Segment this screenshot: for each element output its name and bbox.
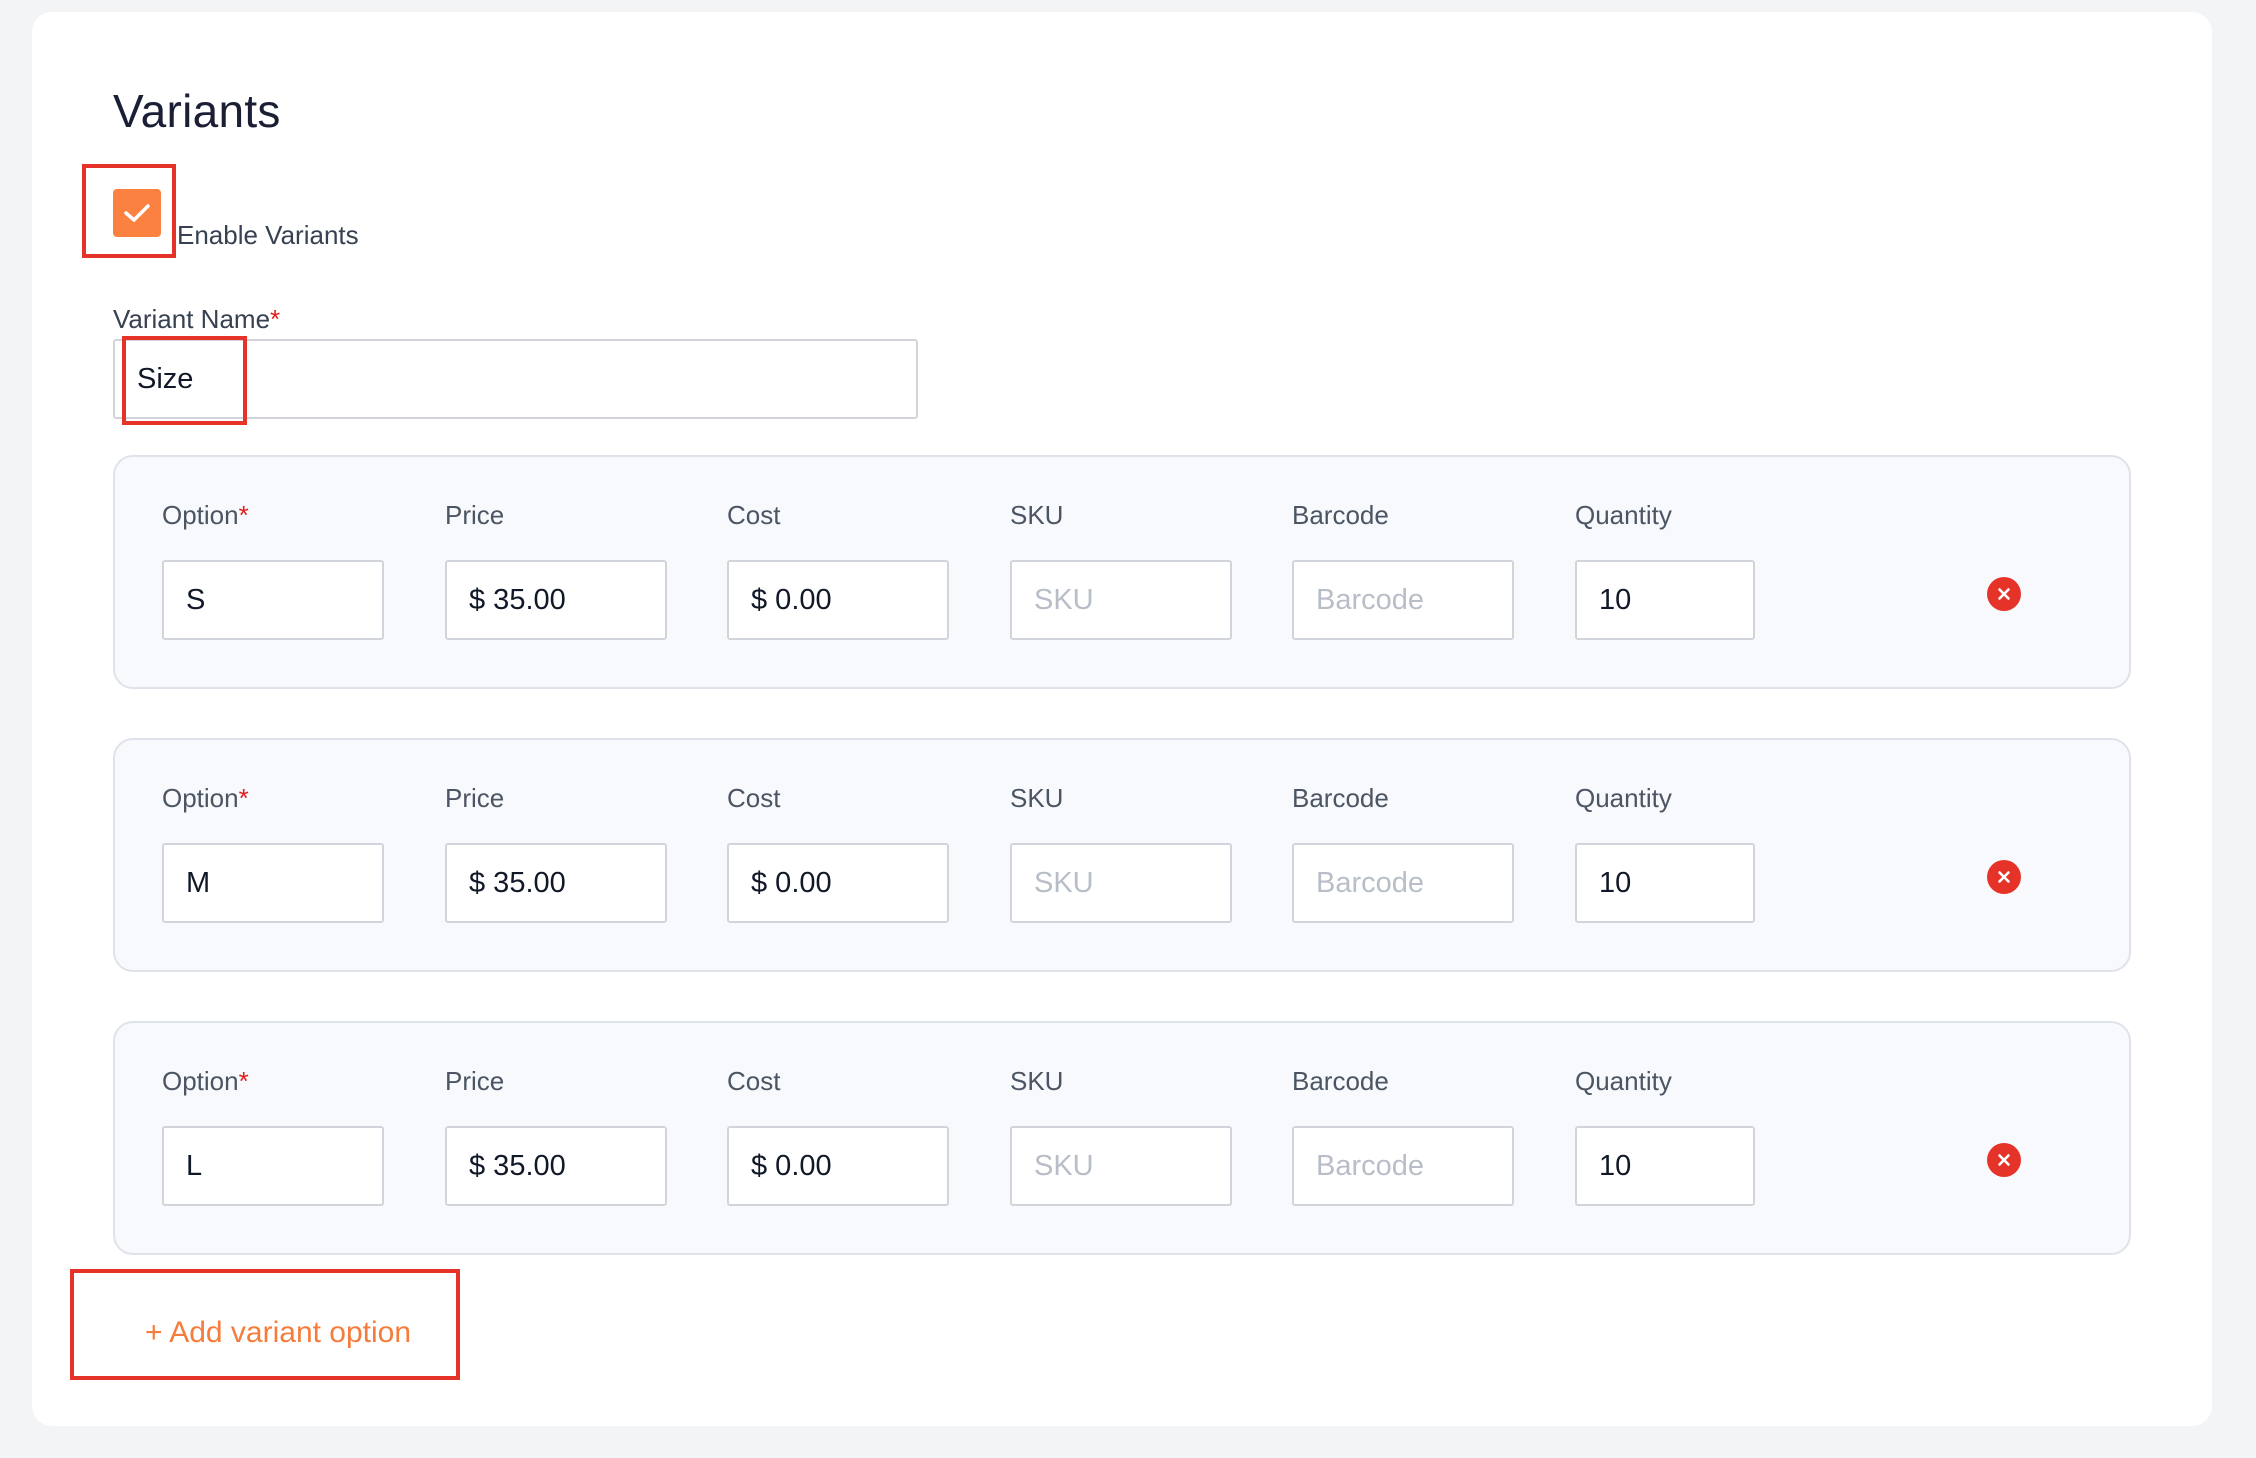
option-label-text: Option — [162, 783, 239, 813]
cost-label: Cost — [727, 783, 781, 813]
variant-name-label-text: Variant Name — [113, 304, 271, 334]
add-variant-option-button[interactable]: + Add variant option — [145, 1316, 411, 1350]
cost-input[interactable] — [727, 843, 949, 923]
barcode-input[interactable] — [1292, 843, 1514, 923]
barcode-label: Barcode — [1292, 783, 1389, 813]
cost-label: Cost — [727, 500, 781, 530]
required-mark: * — [238, 500, 249, 530]
close-circle-icon — [1998, 1154, 2010, 1166]
cost-input[interactable] — [727, 560, 949, 640]
price-input[interactable] — [445, 560, 667, 640]
option-label-text: Option — [162, 500, 239, 530]
sku-label: SKU — [1010, 500, 1064, 530]
option-label: Option* — [162, 1066, 249, 1097]
sku-input[interactable] — [1010, 1126, 1232, 1206]
sku-label: SKU — [1010, 783, 1064, 813]
option-label: Option* — [162, 500, 249, 531]
check-icon — [124, 204, 150, 222]
price-label: Price — [445, 783, 505, 813]
cost-label: Cost — [727, 1066, 781, 1096]
quantity-input[interactable] — [1575, 560, 1755, 640]
option-label-text: Option — [162, 1066, 239, 1096]
barcode-input[interactable] — [1292, 1126, 1514, 1206]
enable-variants-checkbox[interactable] — [113, 189, 161, 237]
barcode-label: Barcode — [1292, 500, 1389, 530]
remove-variant-button[interactable] — [1987, 1143, 2021, 1177]
quantity-label: Quantity — [1575, 1066, 1672, 1096]
sku-label: SKU — [1010, 1066, 1064, 1096]
barcode-input[interactable] — [1292, 560, 1514, 640]
price-label: Price — [445, 500, 505, 530]
variant-row: Option* Price Cost SKU Barcode Quantity — [113, 738, 2131, 972]
option-input[interactable] — [162, 1126, 384, 1206]
required-mark: * — [238, 783, 249, 813]
required-mark: * — [270, 304, 281, 334]
cost-input[interactable] — [727, 1126, 949, 1206]
enable-variants-label[interactable]: Enable Variants — [177, 220, 359, 251]
option-input[interactable] — [162, 560, 384, 640]
close-circle-icon — [1998, 588, 2010, 600]
sku-input[interactable] — [1010, 843, 1232, 923]
price-input[interactable] — [445, 1126, 667, 1206]
variants-card: Variants Enable Variants Variant Name* O… — [32, 12, 2212, 1426]
price-label: Price — [445, 1066, 505, 1096]
variant-row: Option* Price Cost SKU Barcode Quantity — [113, 455, 2131, 689]
sku-input[interactable] — [1010, 560, 1232, 640]
quantity-input[interactable] — [1575, 843, 1755, 923]
option-input[interactable] — [162, 843, 384, 923]
close-circle-icon — [1998, 871, 2010, 883]
quantity-input[interactable] — [1575, 1126, 1755, 1206]
variant-row: Option* Price Cost SKU Barcode Quantity — [113, 1021, 2131, 1255]
required-mark: * — [238, 1066, 249, 1096]
variant-name-input[interactable] — [113, 339, 918, 419]
option-label: Option* — [162, 783, 249, 814]
quantity-label: Quantity — [1575, 783, 1672, 813]
price-input[interactable] — [445, 843, 667, 923]
section-title: Variants — [113, 85, 281, 137]
remove-variant-button[interactable] — [1987, 577, 2021, 611]
barcode-label: Barcode — [1292, 1066, 1389, 1096]
remove-variant-button[interactable] — [1987, 860, 2021, 894]
quantity-label: Quantity — [1575, 500, 1672, 530]
variant-name-label: Variant Name* — [113, 304, 280, 335]
